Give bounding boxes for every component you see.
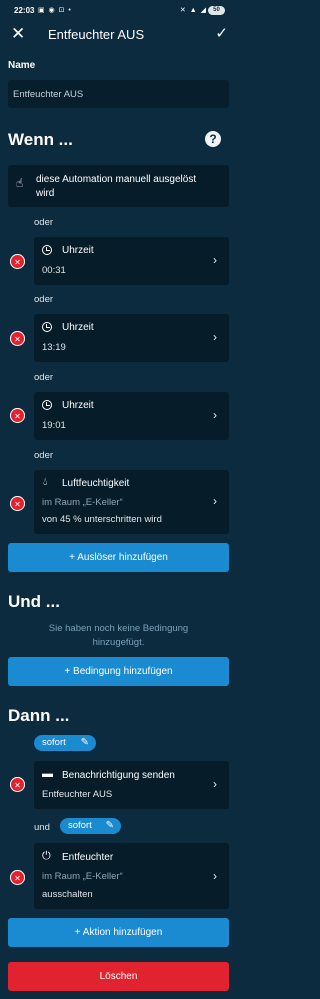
chevron-right-icon: › [213, 494, 217, 508]
timing-label: sofort [42, 737, 66, 748]
delete-button[interactable]: Löschen [8, 962, 229, 991]
save-check-icon[interactable]: ✓ [215, 24, 228, 44]
droplet-icon: 💧︎ [43, 476, 48, 488]
dann-heading: Dann ... [8, 706, 70, 725]
name-label: Name [8, 60, 36, 71]
wenn-heading: Wenn ... [8, 130, 73, 149]
trigger-time-card[interactable]: Uhrzeit 13:19 › [34, 314, 229, 362]
name-field[interactable]: Entfeuchter AUS [8, 80, 229, 108]
add-condition-button[interactable]: + Bedingung hinzufügen [8, 657, 229, 686]
manual-trigger-card[interactable]: ☝ diese Automation manuell ausgelöst wir… [8, 165, 229, 207]
close-icon[interactable]: ✕ [11, 24, 25, 44]
chevron-right-icon: › [213, 408, 217, 422]
chevron-right-icon: › [213, 869, 217, 883]
connector-oder: oder [34, 450, 54, 461]
delete-trigger-icon[interactable] [10, 331, 25, 346]
trigger-title: Uhrzeit [62, 400, 94, 411]
trigger-time-card[interactable]: Uhrzeit 00:31 › [34, 237, 229, 285]
hand-pointer-icon: ☝ [16, 176, 24, 190]
trigger-time-card[interactable]: Uhrzeit 19:01 › [34, 392, 229, 440]
pencil-icon: ✎ [80, 737, 89, 748]
chevron-right-icon: › [213, 330, 217, 344]
clock-icon [42, 322, 52, 332]
status-bar: 22:03 ▣ ◉ ⊡ • ✕ ▲ ◢ 50 [0, 0, 237, 22]
trigger-time-value: 00:31 [42, 265, 66, 276]
chevron-right-icon: › [213, 253, 217, 267]
humidity-condition: von 45 % unterschritten wird [42, 514, 162, 525]
action-device-card[interactable]: ⏻ Entfeuchter im Raum „E-Keller“ ausscha… [34, 843, 229, 909]
app-bar: ✕ Entfeuchter AUS ✓ [0, 22, 237, 48]
trigger-title: Uhrzeit [62, 322, 94, 333]
manual-trigger-text: diese Automation manuell ausgelöst wird [36, 174, 197, 199]
page-title: Entfeuchter AUS [48, 27, 145, 42]
trigger-time-value: 13:19 [42, 342, 66, 353]
delete-trigger-icon[interactable] [10, 408, 25, 423]
und-heading: Und ... [8, 592, 60, 611]
status-signal-icons: ✕ ▲ ◢ [179, 7, 207, 14]
delete-trigger-icon[interactable] [10, 496, 25, 511]
trigger-title: Uhrzeit [62, 245, 94, 256]
humidity-title: Luftfeuchtigkeit [62, 478, 130, 489]
connector-oder: oder [34, 217, 54, 228]
clock-icon [42, 400, 52, 410]
action-detail: Entfeuchter AUS [42, 789, 113, 800]
power-off-icon: ⏻ [42, 850, 51, 862]
status-time: 22:03 [14, 6, 35, 15]
no-condition-text: Sie haben noch keine Bedingung hinzugefü… [48, 623, 189, 648]
pencil-icon: ✎ [105, 820, 114, 831]
timing-pill[interactable]: sofort ✎ [34, 735, 96, 751]
timing-label: sofort [68, 820, 92, 831]
trigger-time-value: 19:01 [42, 420, 66, 431]
connector-und: und [34, 822, 50, 833]
help-icon[interactable]: ? [205, 131, 221, 147]
message-icon: ▬ [42, 768, 53, 780]
trigger-humidity-card[interactable]: 💧︎ Luftfeuchtigkeit im Raum „E-Keller“ v… [34, 470, 229, 534]
device-room: im Raum „E-Keller“ [42, 871, 123, 882]
clock-icon [42, 245, 52, 255]
connector-oder: oder [34, 372, 54, 383]
add-trigger-button[interactable]: + Auslöser hinzufügen [8, 543, 229, 572]
device-action: ausschalten [42, 889, 93, 900]
chevron-right-icon: › [213, 777, 217, 791]
humidity-room: im Raum „E-Keller“ [42, 497, 123, 508]
connector-oder: oder [34, 294, 54, 305]
action-title: Benachrichtigung senden [62, 770, 175, 781]
timing-pill[interactable]: sofort ✎ [60, 818, 121, 834]
add-action-button[interactable]: + Aktion hinzufügen [8, 918, 229, 947]
delete-trigger-icon[interactable] [10, 254, 25, 269]
delete-action-icon[interactable] [10, 777, 25, 792]
action-notification-card[interactable]: ▬ Benachrichtigung senden Entfeuchter AU… [34, 761, 229, 809]
device-title: Entfeuchter [62, 852, 114, 863]
status-notification-icons: ▣ ◉ ⊡ • [38, 7, 72, 14]
battery-icon: 50 [208, 6, 225, 15]
delete-action-icon[interactable] [10, 870, 25, 885]
